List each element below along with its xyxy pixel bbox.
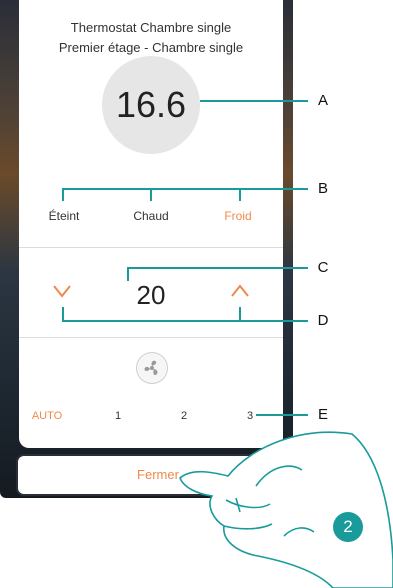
callout-lines [62, 100, 393, 588]
callout-label-b: B [317, 180, 328, 197]
step-badge: 2 [333, 512, 363, 542]
hand-illustration [179, 431, 393, 588]
callout-label-c: C [317, 259, 329, 276]
callout-label-e: E [317, 406, 328, 423]
callout-label-a: A [317, 92, 328, 109]
callout-label-d: D [317, 312, 329, 329]
